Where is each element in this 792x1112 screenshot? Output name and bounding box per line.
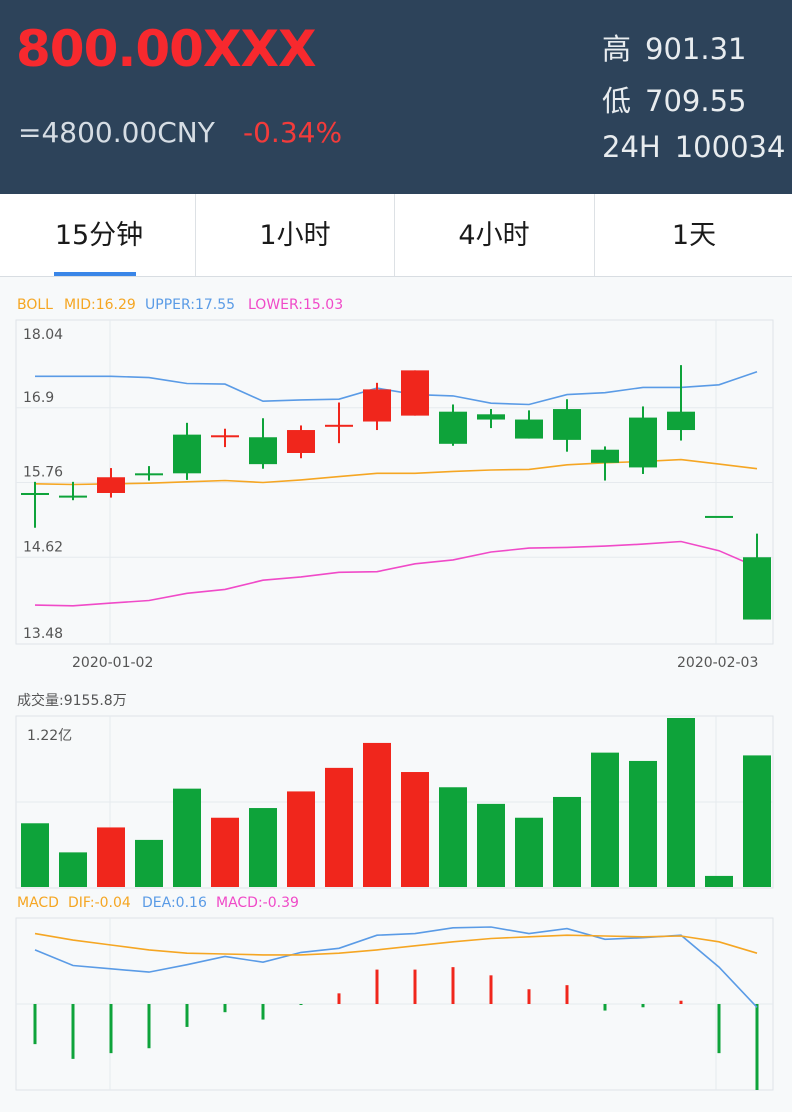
- volume-bar: [743, 755, 771, 887]
- macd-bar: [223, 1004, 227, 1013]
- candle-body: [477, 414, 505, 420]
- macd-bar: [261, 1004, 265, 1020]
- volume-bar: [667, 718, 695, 887]
- boll-mid-label: MID:16.29: [64, 297, 136, 313]
- volume-bar: [287, 791, 315, 887]
- volume-bar: [629, 760, 657, 887]
- boll-lower-label: LOWER:15.03: [248, 297, 343, 313]
- candle-body: [705, 515, 733, 518]
- candle-body: [59, 495, 87, 498]
- volume-bar: [477, 803, 505, 887]
- x-label-start: 2020-01-02: [72, 655, 153, 671]
- volume-bar: [211, 817, 239, 887]
- candle-body: [21, 492, 49, 495]
- candle-body: [401, 370, 429, 416]
- macd-bar: [527, 989, 531, 1004]
- macd-dea-label: DEA:0.16: [142, 895, 207, 911]
- candle-body: [743, 557, 771, 620]
- volume-bar: [21, 823, 49, 887]
- macd-bar: [71, 1004, 75, 1059]
- macd-dif-line: [34, 926, 758, 1008]
- boll-upper-label: UPPER:17.55: [145, 297, 235, 313]
- volume-bar: [135, 839, 163, 887]
- macd-bar: [755, 1004, 759, 1090]
- volume-bar: [439, 787, 467, 887]
- macd-bar: [299, 1004, 303, 1005]
- boll-upper-line: [35, 370, 758, 406]
- macd-label: MACD: [17, 895, 59, 911]
- macd-lines: [34, 926, 758, 1008]
- volume-bar: [553, 796, 581, 887]
- volume-bar: [173, 788, 201, 887]
- macd-bar: [489, 975, 493, 1004]
- price-tick-label: 16.9: [23, 390, 54, 406]
- candle-body: [363, 389, 391, 422]
- price-tick-label: 15.76: [23, 465, 63, 481]
- candle-body: [211, 435, 239, 438]
- macd-histogram: [33, 967, 759, 1090]
- boll-label: BOLL: [17, 297, 53, 313]
- boll-lower-line: [34, 540, 758, 607]
- price-tick-label: 13.48: [23, 626, 63, 642]
- macd-bar: [413, 969, 417, 1004]
- candle-body: [667, 411, 695, 431]
- volume-axis-top: 1.22亿: [27, 728, 72, 744]
- candle-body: [173, 434, 201, 474]
- macd-bar: [717, 1004, 721, 1054]
- macd-bar: [603, 1004, 607, 1011]
- candles: [21, 365, 771, 620]
- macd-bar: [109, 1004, 113, 1054]
- volume-bar: [325, 767, 353, 887]
- macd-bar: [565, 985, 569, 1004]
- candle-body: [249, 437, 277, 465]
- volume-bar: [401, 772, 429, 887]
- macd-bar: [679, 1000, 683, 1004]
- macd-bar: [185, 1004, 189, 1027]
- macd-bar: [147, 1004, 151, 1049]
- candle-body: [553, 409, 581, 440]
- kline-charts[interactable]: BOLL MID:16.29 UPPER:17.55 LOWER:15.03 1…: [0, 0, 792, 1112]
- price-grid: [16, 320, 773, 644]
- price-tick-label: 18.04: [23, 327, 63, 343]
- boll-lines: [34, 370, 758, 607]
- macd-dif-label: DIF:-0.04: [68, 895, 131, 911]
- candle-body: [287, 430, 315, 453]
- macd-dea-line: [34, 932, 758, 956]
- macd-bar: [337, 993, 341, 1004]
- macd-bar: [451, 967, 455, 1004]
- candle-body: [629, 417, 657, 468]
- volume-bar: [515, 817, 543, 887]
- candle-body: [515, 419, 543, 439]
- candle-body: [439, 411, 467, 444]
- volume-label: 成交量:9155.8万: [17, 692, 127, 709]
- volume-bar: [591, 752, 619, 887]
- macd-value-label: MACD:-0.39: [216, 895, 299, 911]
- volume-bar: [97, 827, 125, 887]
- candle-body: [325, 424, 353, 427]
- candle-body: [97, 477, 125, 493]
- candle-body: [135, 473, 163, 476]
- x-label-end: 2020-02-03: [677, 655, 758, 671]
- macd-bar: [33, 1004, 37, 1045]
- candle-body: [591, 449, 619, 463]
- volume-bar: [363, 742, 391, 887]
- macd-bar: [375, 969, 379, 1004]
- macd-bar: [641, 1004, 645, 1008]
- price-tick-label: 14.62: [23, 539, 63, 555]
- volume-bar: [705, 875, 733, 887]
- volume-bar: [59, 852, 87, 887]
- volume-bar: [249, 808, 277, 887]
